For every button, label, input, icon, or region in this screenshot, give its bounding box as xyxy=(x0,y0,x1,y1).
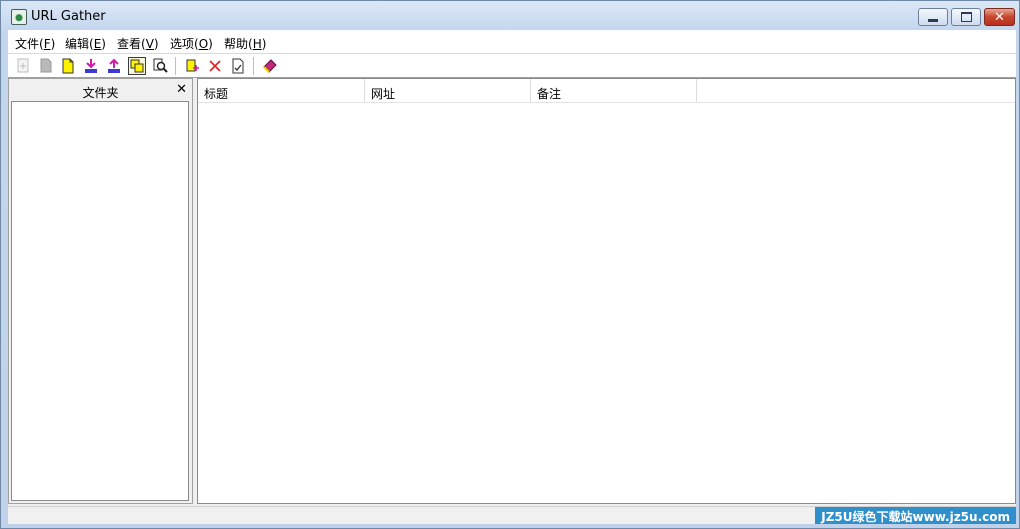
window-title: URL Gather xyxy=(31,9,106,24)
new-folder-button[interactable] xyxy=(14,57,32,75)
status-bar: JZ5U绿色下载站www.jz5u.com xyxy=(8,506,1016,524)
export-icon xyxy=(108,58,120,73)
help-book-button[interactable] xyxy=(261,57,279,75)
minimize-icon xyxy=(928,18,938,22)
url-list-view[interactable]: 标题 网址 备注 xyxy=(197,78,1016,504)
import-icon xyxy=(85,59,97,73)
new-folder-icon xyxy=(17,58,29,73)
folder-pane-title: 文件夹 xyxy=(82,86,119,100)
new-page-button[interactable] xyxy=(59,57,77,75)
help-book-icon xyxy=(263,59,277,73)
watermark: JZ5U绿色下载站www.jz5u.com xyxy=(815,507,1016,524)
add-url-button[interactable] xyxy=(183,57,201,75)
import-button[interactable] xyxy=(82,57,100,75)
folders-toggle-icon xyxy=(130,59,144,73)
close-icon: ✕ xyxy=(994,9,1005,25)
page-button[interactable] xyxy=(37,57,55,75)
menu-bar: 文件(F) 编辑(E) 查看(V) 选项(O) 帮助(H) xyxy=(8,30,1016,54)
add-url-icon xyxy=(186,59,199,72)
folders-toggle-button[interactable] xyxy=(128,57,146,75)
menu-options[interactable]: 选项(O) xyxy=(170,35,213,52)
edit-button[interactable] xyxy=(229,57,247,75)
title-bar[interactable]: URL Gather ✕ xyxy=(1,1,1019,30)
list-header: 标题 网址 备注 xyxy=(198,79,1015,103)
toolbar-separator xyxy=(253,57,254,75)
maximize-button[interactable] xyxy=(951,8,981,26)
folder-pane: 文件夹 ✕ xyxy=(8,78,193,504)
column-header-title[interactable]: 标题 xyxy=(198,79,365,102)
folder-pane-header: 文件夹 ✕ xyxy=(9,79,192,101)
folder-tree[interactable] xyxy=(11,101,189,501)
maximize-icon xyxy=(960,12,972,22)
toolbar-separator xyxy=(175,57,176,75)
export-button[interactable] xyxy=(105,57,123,75)
minimize-button[interactable] xyxy=(918,8,948,26)
column-header-notes[interactable]: 备注 xyxy=(531,79,697,102)
client-area: 文件(F) 编辑(E) 查看(V) 选项(O) 帮助(H) 文件夹 ✕ 标题 网… xyxy=(8,30,1016,524)
new-page-icon xyxy=(62,58,74,74)
url-gather-app-icon[interactable] xyxy=(11,9,27,25)
delete-button[interactable] xyxy=(206,57,224,75)
close-folder-pane-icon[interactable]: ✕ xyxy=(176,82,187,97)
menu-help[interactable]: 帮助(H) xyxy=(224,35,266,52)
menu-file[interactable]: 文件(F) xyxy=(15,35,55,52)
toolbar xyxy=(8,54,1016,78)
column-header-url[interactable]: 网址 xyxy=(365,79,531,102)
search-icon xyxy=(153,58,168,73)
delete-icon xyxy=(209,60,221,72)
page-icon xyxy=(40,58,52,73)
menu-edit[interactable]: 编辑(E) xyxy=(65,35,106,52)
search-button[interactable] xyxy=(151,57,169,75)
main-window: URL Gather ✕ 文件(F) 编辑(E) 查看(V) 选项(O) 帮助(… xyxy=(0,0,1020,529)
edit-icon xyxy=(232,58,244,74)
close-button[interactable]: ✕ xyxy=(984,8,1015,26)
menu-view[interactable]: 查看(V) xyxy=(117,35,159,52)
